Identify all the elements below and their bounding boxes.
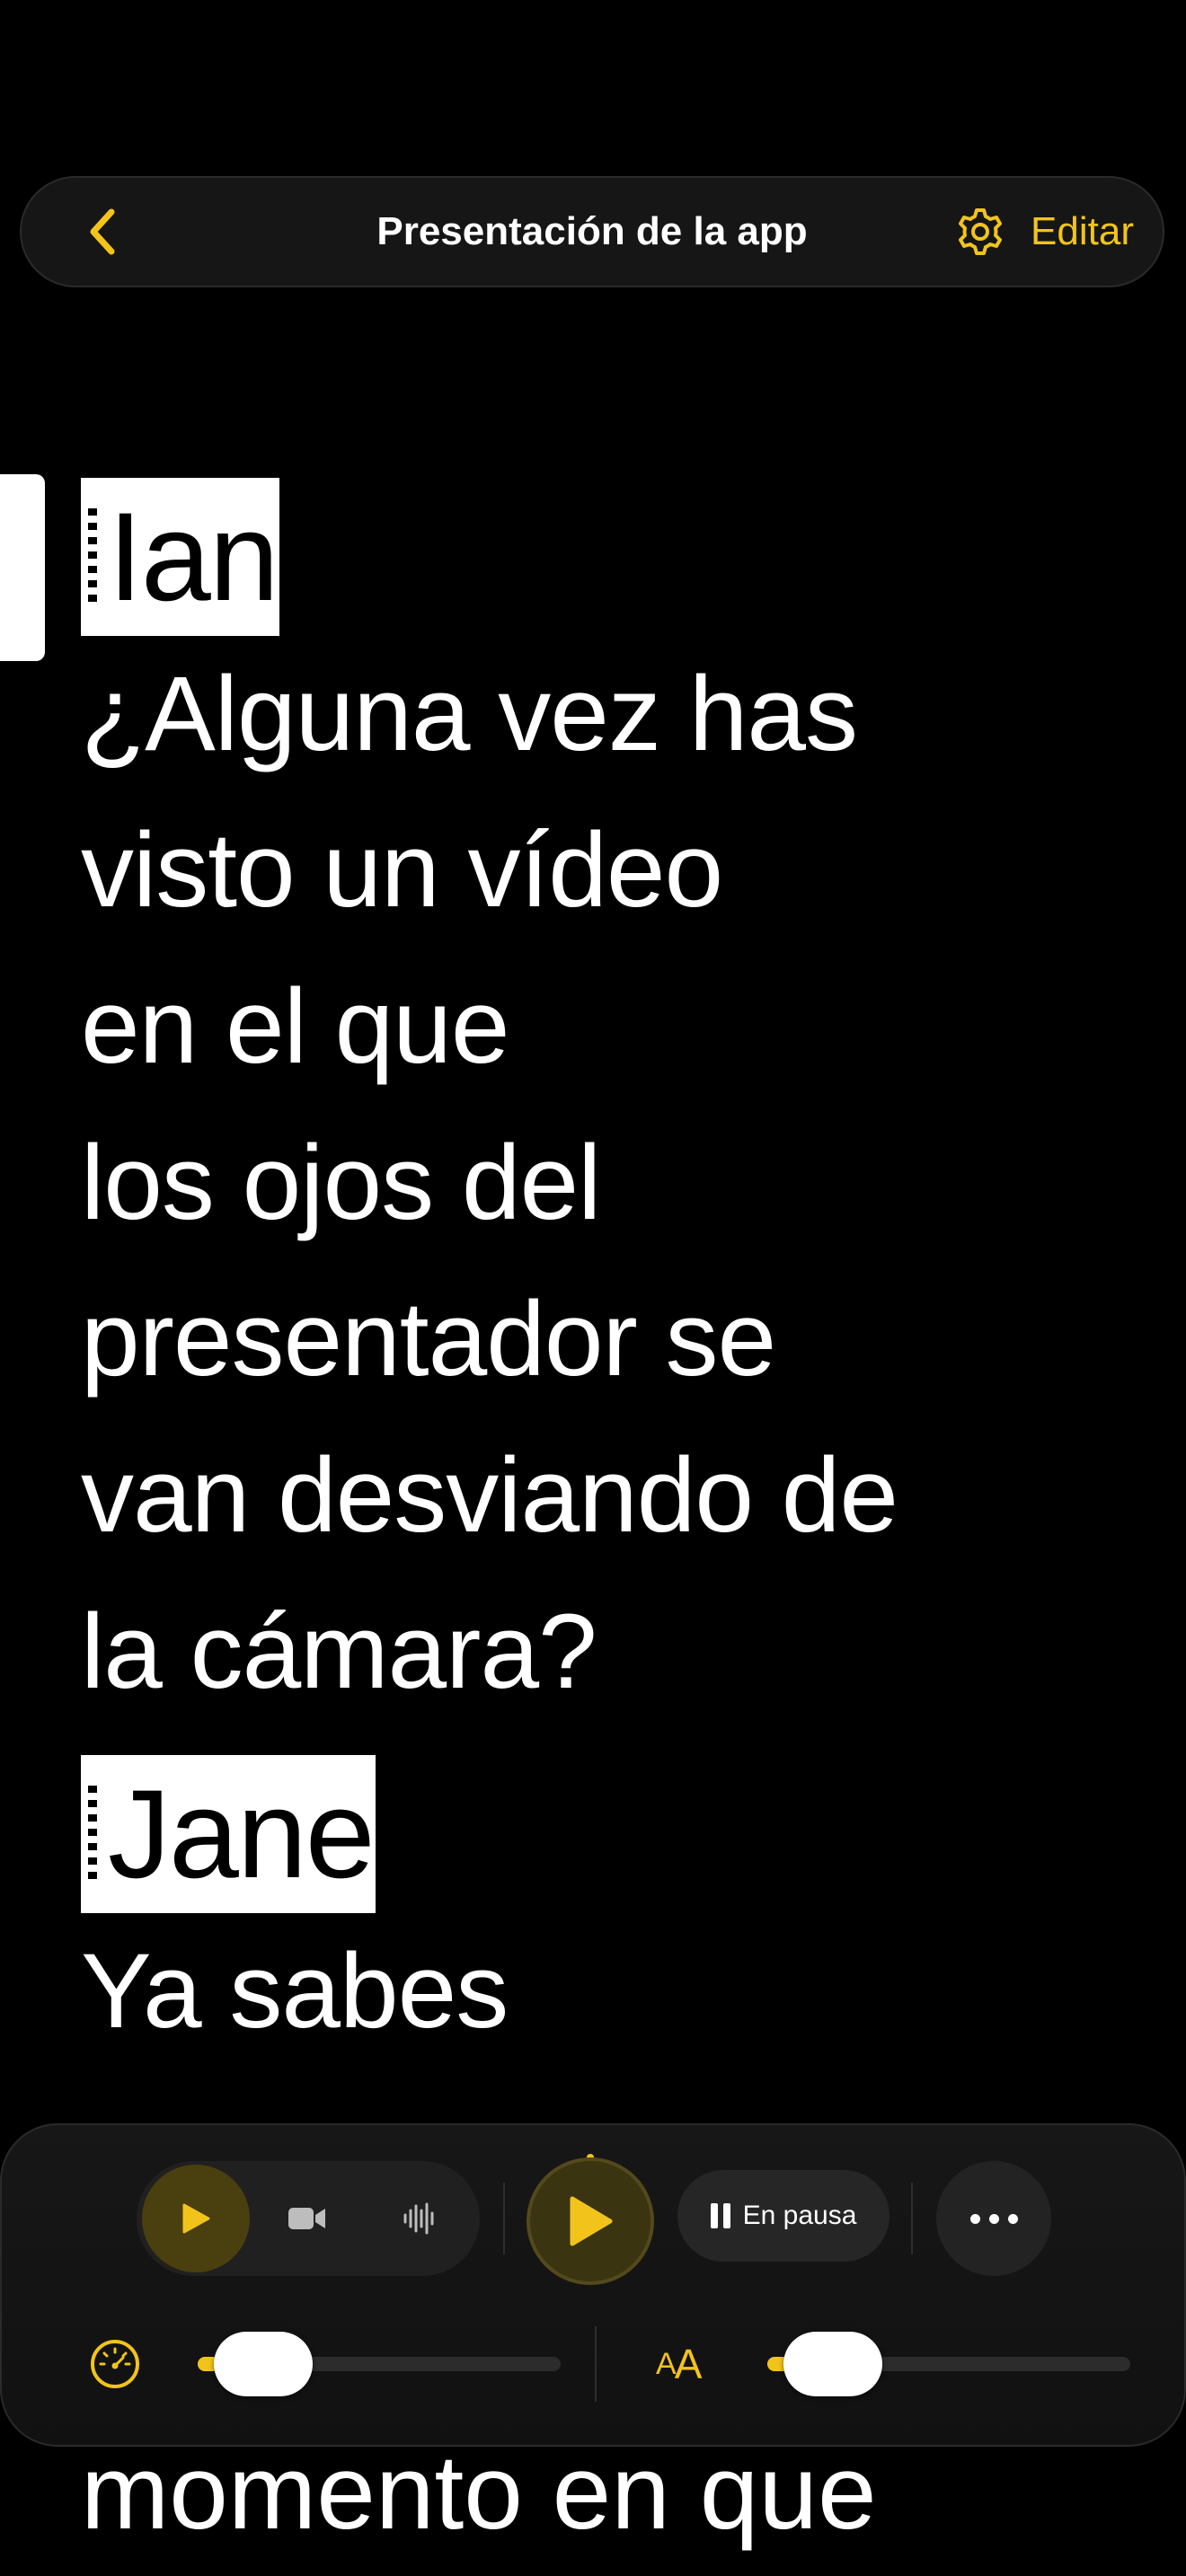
play-icon: [570, 2196, 613, 2246]
text-size-indicator: AA: [656, 2337, 703, 2391]
pause-icon: [710, 2203, 730, 2228]
script-line: visto un vídeo: [81, 811, 723, 930]
video-mode-button[interactable]: [253, 2165, 361, 2272]
mode-selector: [137, 2161, 480, 2276]
text-size-big-a: A: [674, 2341, 703, 2387]
pause-status-button[interactable]: En pausa: [677, 2170, 890, 2262]
speaker-marker-icon: [88, 1786, 97, 1883]
playback-control-panel: En pausa AA: [0, 2123, 1186, 2447]
gear-icon: [959, 208, 1003, 255]
speaker-marker-icon: [88, 508, 97, 605]
speed-slider[interactable]: [198, 2332, 561, 2396]
speaker-tag: Ian: [81, 478, 279, 636]
speed-slider-thumb[interactable]: [213, 2332, 313, 2396]
chevron-left-icon: [90, 208, 115, 255]
back-button[interactable]: [75, 205, 129, 259]
more-dot: [988, 2213, 999, 2224]
script-line: Ya sabes: [81, 1932, 509, 2051]
script-block: Jane Ya sabes: [81, 1755, 1159, 2069]
audio-mode-button[interactable]: [365, 2165, 473, 2272]
more-options-button[interactable]: [936, 2161, 1051, 2276]
play-mode-button[interactable]: [142, 2165, 250, 2272]
settings-button[interactable]: [951, 203, 1009, 260]
status-label: En pausa: [742, 2201, 857, 2230]
divider: [503, 2183, 505, 2254]
speaker-tag: Jane: [81, 1755, 376, 1913]
script-line: los ojos del: [81, 1124, 601, 1242]
text-size-slider[interactable]: [767, 2332, 1130, 2396]
audio-waveform-icon: [403, 2202, 434, 2235]
text-size-small-a: A: [656, 2346, 677, 2381]
divider: [595, 2326, 597, 2402]
speaker-name: Ian: [108, 486, 279, 627]
top-nav-bar: Presentación de la app Editar: [20, 176, 1164, 287]
teleprompter-script: Ian ¿Alguna vez has visto un vídeo en el…: [81, 478, 1159, 2095]
script-block: Ian ¿Alguna vez has visto un vídeo en el…: [81, 478, 1159, 1730]
script-line: presentador se: [81, 1280, 776, 1398]
script-line: la cámara?: [81, 1592, 597, 1711]
play-button[interactable]: [527, 2157, 654, 2285]
speaker-name: Jane: [108, 1763, 376, 1904]
edit-button[interactable]: Editar: [1031, 209, 1143, 254]
current-line-indicator: [0, 474, 45, 661]
speed-indicator: [88, 2337, 142, 2391]
video-camera-icon: [288, 2208, 325, 2229]
play-mode-icon: [182, 2203, 210, 2234]
text-size-slider-thumb[interactable]: [783, 2332, 882, 2396]
script-line: van desviando de: [81, 1436, 898, 1555]
divider: [911, 2183, 913, 2254]
speedometer-icon: [91, 2340, 139, 2388]
more-dot: [1007, 2213, 1018, 2224]
more-dot: [969, 2213, 980, 2224]
script-line: en el que: [81, 967, 510, 1086]
script-line: ¿Alguna vez has: [81, 655, 858, 773]
